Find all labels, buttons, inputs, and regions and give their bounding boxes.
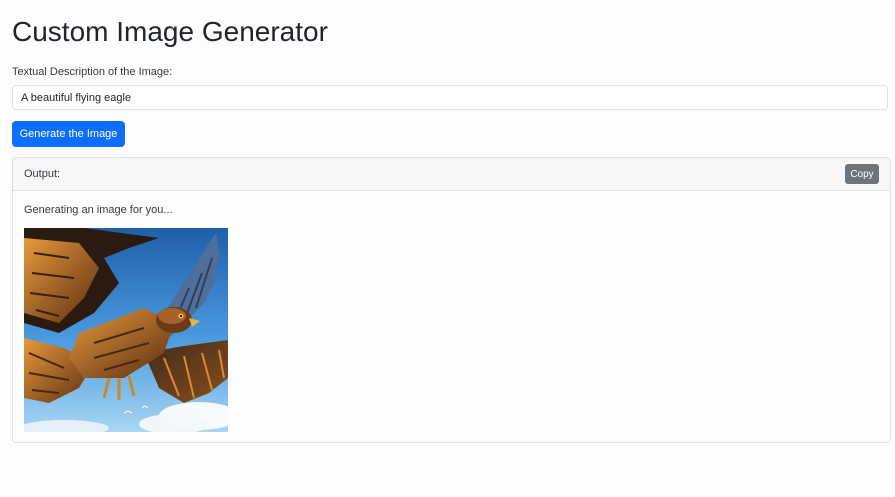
generated-image [24, 228, 228, 432]
copy-button[interactable]: Copy [845, 164, 879, 184]
status-text: Generating an image for you... [24, 204, 173, 216]
generate-button[interactable]: Generate the Image [12, 121, 125, 147]
description-label: Textual Description of the Image: [12, 66, 173, 78]
output-label: Output: [24, 168, 61, 180]
output-card: Output: Copy Generating an image for you… [12, 157, 891, 443]
page-title: Custom Image Generator [12, 16, 328, 47]
output-card-header: Output: Copy [13, 158, 890, 191]
description-input[interactable] [12, 85, 888, 110]
page: Custom Image Generator Textual Descripti… [0, 0, 895, 497]
